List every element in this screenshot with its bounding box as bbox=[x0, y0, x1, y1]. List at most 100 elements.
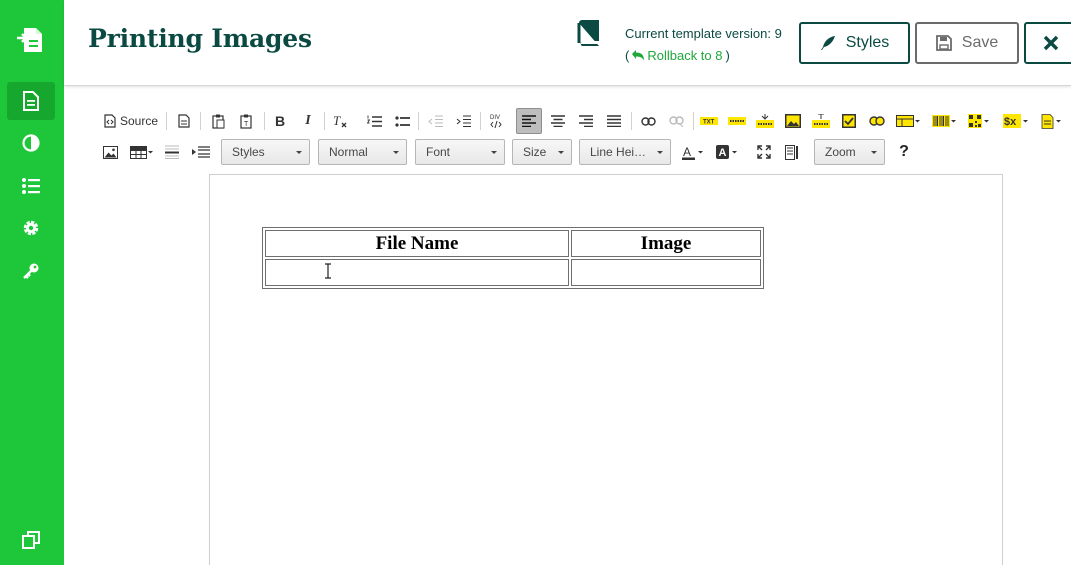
feather-icon bbox=[820, 36, 835, 50]
insert-field-button[interactable] bbox=[754, 110, 776, 132]
toolbar-separator bbox=[631, 112, 632, 130]
svg-text:T: T bbox=[244, 121, 249, 128]
bold-button[interactable]: B bbox=[270, 110, 290, 132]
styles-combo[interactable]: Styles bbox=[221, 139, 310, 165]
image-button[interactable] bbox=[100, 141, 120, 163]
paste-icon bbox=[211, 114, 224, 129]
svg-text:DIV: DIV bbox=[490, 115, 500, 121]
text-field-button[interactable]: TXT bbox=[698, 110, 720, 132]
remove-format-button[interactable]: T bbox=[330, 110, 350, 132]
list-icon bbox=[22, 178, 40, 194]
qrcode-icon bbox=[968, 114, 989, 128]
justify-button[interactable] bbox=[604, 110, 624, 132]
sidebar-item-document[interactable] bbox=[7, 82, 55, 120]
toolbar-separator bbox=[693, 112, 694, 130]
dollar-x-icon: $x bbox=[1003, 114, 1028, 128]
list-field-button[interactable] bbox=[810, 110, 832, 132]
horizontal-rule-button[interactable] bbox=[162, 141, 182, 163]
table-header-cell[interactable]: File Name bbox=[265, 230, 569, 257]
link-button[interactable] bbox=[638, 110, 658, 132]
image-field-button[interactable] bbox=[782, 110, 804, 132]
div-icon: DIV bbox=[490, 115, 502, 129]
text-color-dropdown[interactable]: A bbox=[680, 141, 708, 163]
gear-icon bbox=[23, 220, 39, 236]
page-title: Printing Images bbox=[88, 24, 312, 53]
close-icon bbox=[1043, 35, 1059, 51]
background-color-dropdown[interactable]: A bbox=[714, 141, 742, 163]
bulleted-list-icon bbox=[394, 115, 410, 127]
paste-text-button[interactable]: T bbox=[236, 110, 256, 132]
link-icon bbox=[640, 116, 656, 126]
show-blocks-button[interactable] bbox=[782, 141, 802, 163]
toolbar-separator bbox=[418, 112, 419, 130]
svg-text:TXT: TXT bbox=[703, 120, 715, 126]
div-container-button[interactable]: DIV bbox=[486, 110, 506, 132]
paste-button[interactable] bbox=[208, 110, 228, 132]
rollback-paren-close: ) bbox=[725, 48, 730, 63]
italic-button[interactable]: I bbox=[298, 110, 318, 132]
styles-button[interactable]: Styles bbox=[799, 22, 910, 64]
rollback-link[interactable]: ( Rollback to 8 ) bbox=[625, 48, 730, 63]
toolbar-separator bbox=[264, 112, 265, 130]
editor-page[interactable]: File Name Image bbox=[209, 174, 1003, 565]
table-cell[interactable] bbox=[265, 259, 569, 286]
align-right-button[interactable] bbox=[576, 110, 596, 132]
italic-icon: I bbox=[305, 113, 311, 128]
table-cell[interactable] bbox=[571, 259, 761, 286]
help-button[interactable]: ? bbox=[894, 141, 914, 163]
outdent-button[interactable] bbox=[425, 110, 445, 132]
show-blocks-icon bbox=[785, 144, 798, 160]
chevron-down-icon bbox=[491, 151, 497, 154]
qrcode-dropdown[interactable] bbox=[966, 110, 994, 132]
line-height-combo[interactable]: Line Hei… bbox=[579, 139, 671, 165]
link-field-button[interactable] bbox=[866, 110, 888, 132]
line-height-combo-label: Line Hei… bbox=[590, 145, 647, 159]
close-button[interactable] bbox=[1024, 22, 1071, 64]
save-button[interactable]: Save bbox=[915, 22, 1019, 64]
book-icon[interactable] bbox=[577, 20, 601, 51]
dotted-field-button[interactable] bbox=[726, 110, 748, 132]
table-dropdown[interactable] bbox=[128, 141, 156, 163]
zoom-combo-label: Zoom bbox=[825, 145, 856, 159]
toolbar-separator bbox=[166, 112, 167, 130]
document-table[interactable]: File Name Image bbox=[262, 227, 764, 289]
horizontal-rule-icon bbox=[165, 145, 179, 159]
size-combo[interactable]: Size bbox=[512, 139, 572, 165]
numbered-list-button[interactable] bbox=[364, 110, 384, 132]
sidebar-item-settings[interactable] bbox=[7, 209, 55, 247]
align-center-button[interactable] bbox=[548, 110, 568, 132]
bulleted-list-button[interactable] bbox=[392, 110, 412, 132]
format-combo[interactable]: Normal bbox=[318, 139, 407, 165]
table-header-cell[interactable]: Image bbox=[571, 230, 761, 257]
unlink-button[interactable] bbox=[666, 110, 686, 132]
sidebar-item-switch[interactable] bbox=[7, 521, 55, 559]
sidebar-item-keys[interactable] bbox=[7, 252, 55, 290]
maximize-icon bbox=[757, 145, 771, 159]
header: Printing Images Current template version… bbox=[64, 0, 1071, 86]
dotted-field-icon bbox=[728, 117, 746, 125]
align-left-button[interactable] bbox=[516, 108, 542, 134]
source-button[interactable]: Source bbox=[102, 110, 160, 132]
font-combo[interactable]: Font bbox=[415, 139, 505, 165]
page-break-button[interactable] bbox=[190, 141, 212, 163]
zoom-combo[interactable]: Zoom bbox=[814, 139, 885, 165]
checkbox-field-button[interactable] bbox=[838, 110, 860, 132]
chevron-down-icon bbox=[393, 151, 399, 154]
sidebar-item-theme[interactable] bbox=[7, 124, 55, 162]
app-logo-icon[interactable] bbox=[14, 24, 46, 56]
table-field-dropdown[interactable] bbox=[894, 110, 922, 132]
indent-button[interactable] bbox=[453, 110, 473, 132]
barcode-dropdown[interactable] bbox=[930, 110, 958, 132]
table-field-icon bbox=[896, 115, 920, 127]
template-dropdown[interactable] bbox=[1038, 110, 1066, 132]
sidebar-item-list[interactable] bbox=[7, 167, 55, 205]
source-label: Source bbox=[119, 114, 159, 128]
expression-dropdown[interactable]: $x bbox=[1002, 110, 1030, 132]
new-page-button[interactable] bbox=[174, 110, 194, 132]
maximize-button[interactable] bbox=[754, 141, 774, 163]
new-page-icon bbox=[178, 114, 190, 128]
svg-text:A: A bbox=[719, 147, 727, 159]
size-combo-label: Size bbox=[523, 145, 547, 159]
text-field-icon: TXT bbox=[700, 117, 718, 125]
link-field-icon bbox=[869, 116, 885, 126]
